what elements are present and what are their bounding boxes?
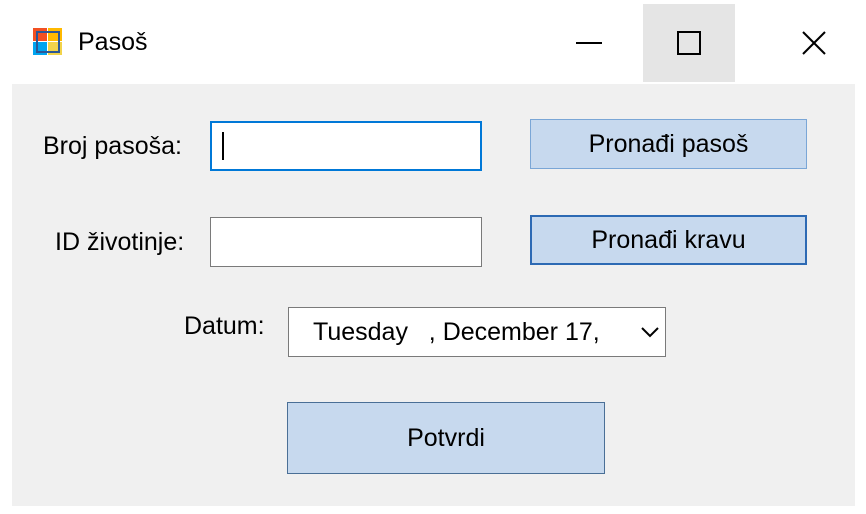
date-picker-value: Tuesday , December 17, (313, 317, 600, 346)
window-title: Pasoš (78, 28, 148, 56)
find-passport-button[interactable]: Pronađi pasoš (530, 119, 807, 169)
date-label: Datum: (184, 312, 265, 340)
passport-number-input[interactable] (210, 121, 482, 171)
title-bar[interactable]: Pasoš (0, 0, 866, 84)
animal-id-label: ID životinje: (55, 228, 185, 256)
text-caret (222, 132, 224, 160)
minimize-button[interactable] (543, 4, 635, 82)
date-picker-dropdown[interactable] (635, 308, 665, 356)
form-client-area: Broj pasoša: Pronađi pasoš ID životinje:… (12, 84, 855, 506)
chevron-down-icon (641, 326, 659, 337)
passport-number-label: Broj pasoša: (43, 132, 182, 160)
confirm-button[interactable]: Potvrdi (287, 402, 605, 474)
minimize-icon (576, 42, 602, 44)
windows-form-icon (33, 28, 62, 55)
close-icon (802, 31, 826, 55)
passport-number-field-wrap (210, 121, 482, 171)
date-picker[interactable]: Tuesday , December 17, (288, 307, 666, 357)
animal-id-input[interactable] (210, 217, 482, 267)
app-window: Pasoš Broj pasoša: Pronađi pasoš ID živo… (0, 0, 866, 514)
close-button[interactable] (768, 4, 860, 82)
maximize-button[interactable] (643, 4, 735, 82)
find-cow-button[interactable]: Pronađi kravu (530, 215, 807, 265)
maximize-icon (677, 31, 701, 55)
